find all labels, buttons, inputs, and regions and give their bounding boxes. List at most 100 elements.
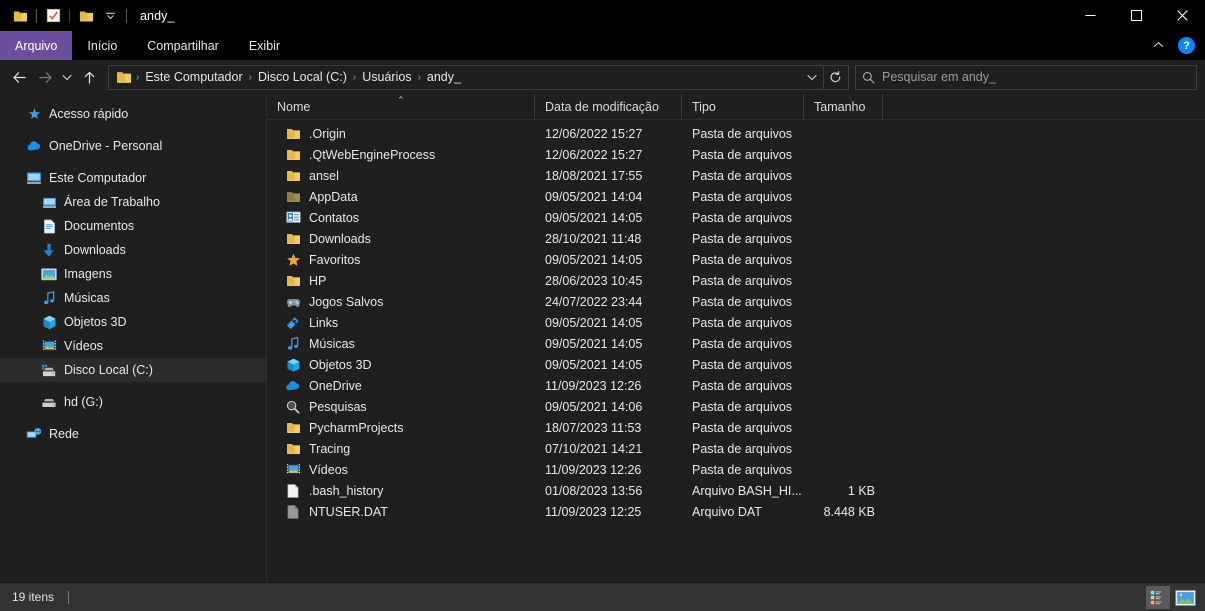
folder-icon[interactable]: [74, 5, 98, 27]
table-row[interactable]: Jogos Salvos 24/07/2022 23:44 Pasta de arq…: [267, 291, 1205, 312]
column-label: Tamanho: [814, 99, 866, 114]
column-header-empty[interactable]: [883, 94, 1205, 119]
close-button[interactable]: [1159, 0, 1205, 31]
back-button[interactable]: [6, 64, 32, 90]
cell-date: 07/10/2021 14:21: [545, 441, 643, 456]
cell-type: Pasta de arquivos: [692, 462, 793, 477]
sidebar-item-rede[interactable]: Rede: [0, 422, 266, 446]
sidebar-item-downloads[interactable]: Downloads: [0, 238, 266, 262]
table-row[interactable]: ansel 18/08/2021 17:55 Pasta de arquivos: [267, 165, 1205, 186]
cell-type: Pasta de arquivos: [692, 147, 793, 162]
table-row[interactable]: Downloads 28/10/2021 11:48 Pasta de arquiv…: [267, 228, 1205, 249]
cell-date: 18/08/2021 17:55: [545, 168, 643, 183]
folder-hidden-icon: [285, 189, 301, 205]
table-row[interactable]: Favoritos 09/05/2021 14:05 Pasta de arquiv…: [267, 249, 1205, 270]
tab-exibir[interactable]: Exibir: [234, 31, 295, 60]
file-name-label: ansel: [309, 168, 339, 183]
table-row[interactable]: .bash_history 01/08/2023 13:56 Arquivo BAS…: [267, 480, 1205, 501]
breadcrumb-item-andy[interactable]: andy_: [422, 70, 466, 84]
maximize-button[interactable]: [1113, 0, 1159, 31]
sidebar-item-videos[interactable]: Vídeos: [0, 334, 266, 358]
sidebar-item-acesso-rapido[interactable]: Acesso rápido: [0, 102, 266, 126]
column-headers: Nome ⌃ Data de modificação Tipo Tamanho: [267, 94, 1205, 120]
documents-icon: [41, 218, 57, 234]
sidebar-item-imagens[interactable]: Imagens: [0, 262, 266, 286]
refresh-icon[interactable]: [824, 66, 846, 89]
table-row[interactable]: Tracing 07/10/2021 14:21 Pasta de arquivos: [267, 438, 1205, 459]
breadcrumb-item-disco-local-c[interactable]: Disco Local (C:): [253, 70, 352, 84]
forward-button[interactable]: [32, 64, 58, 90]
breadcrumb-item-usuarios[interactable]: Usuários: [357, 70, 416, 84]
column-header-tamanho[interactable]: Tamanho: [804, 94, 883, 119]
sidebar-item-documentos[interactable]: Documentos: [0, 214, 266, 238]
cell-date: 12/06/2022 15:27: [545, 147, 643, 162]
table-row[interactable]: Links 09/05/2021 14:05 Pasta de arquivos: [267, 312, 1205, 333]
search-input[interactable]: Pesquisar em andy_: [882, 70, 996, 84]
desktop-icon: [41, 194, 57, 210]
cell-date: 11/09/2023 12:26: [545, 378, 642, 393]
column-header-tipo[interactable]: Tipo: [682, 94, 804, 119]
table-row[interactable]: Pesquisas 09/05/2021 14:06 Pasta de arquiv…: [267, 396, 1205, 417]
sidebar-item-disco-local-c[interactable]: Disco Local (C:): [0, 358, 266, 382]
table-row[interactable]: Vídeos 11/09/2023 12:26 Pasta de arquivos: [267, 459, 1205, 480]
cell-name: AppData: [267, 189, 535, 205]
table-row[interactable]: Músicas 09/05/2021 14:05 Pasta de arquivos: [267, 333, 1205, 354]
table-row[interactable]: Contatos 09/05/2021 14:05 Pasta de arquivo…: [267, 207, 1205, 228]
help-icon[interactable]: ?: [1178, 37, 1195, 54]
network-icon: [26, 426, 42, 442]
up-button[interactable]: [76, 64, 102, 90]
cell-name: Jogos Salvos: [267, 294, 535, 310]
cell-date: 18/07/2023 11:53: [545, 420, 642, 435]
table-row[interactable]: .Origin 12/06/2022 15:27 Pasta de arquivos: [267, 123, 1205, 144]
recent-locations-button[interactable]: [58, 64, 76, 90]
cell-type: Pasta de arquivos: [692, 189, 793, 204]
table-row[interactable]: Objetos 3D 09/05/2021 14:05 Pasta de arqui…: [267, 354, 1205, 375]
breadcrumb-item-este-computador[interactable]: Este Computador: [140, 70, 247, 84]
quick-access-toolbar: [0, 5, 131, 27]
cell-type: Pasta de arquivos: [692, 357, 793, 372]
search-box[interactable]: Pesquisar em andy_: [855, 64, 1197, 90]
sidebar-item-objetos-3d[interactable]: Objetos 3D: [0, 310, 266, 334]
tab-inicio[interactable]: Início: [72, 31, 132, 60]
table-row[interactable]: NTUSER.DAT 11/09/2023 12:25 Arquivo DAT 8.4…: [267, 501, 1205, 522]
minimize-button[interactable]: [1067, 0, 1113, 31]
table-row[interactable]: HP 28/06/2023 10:45 Pasta de arquivos: [267, 270, 1205, 291]
folder-icon[interactable]: [8, 5, 32, 27]
chevron-down-icon[interactable]: [98, 5, 122, 27]
cell-date: 11/09/2023 12:26: [545, 462, 642, 477]
breadcrumb-bar[interactable]: › Este Computador › Disco Local (C:) › U…: [108, 64, 849, 90]
sidebar-item-onedrive-personal[interactable]: OneDrive - Personal: [0, 134, 266, 158]
details-view-button[interactable]: [1146, 586, 1170, 609]
large-icons-view-button[interactable]: [1173, 586, 1197, 609]
column-header-nome[interactable]: Nome ⌃: [267, 94, 535, 119]
cell-name: Músicas: [267, 336, 535, 352]
expand-ribbon-icon[interactable]: [1147, 40, 1170, 52]
harddisk-icon: [41, 394, 57, 410]
table-row[interactable]: OneDrive 11/09/2023 12:26 Pasta de arquivo…: [267, 375, 1205, 396]
cell-date: 09/05/2021 14:06: [545, 399, 643, 414]
folder-icon: [285, 147, 301, 163]
sidebar-item-este-computador[interactable]: Este Computador: [0, 166, 266, 190]
window-controls: [1067, 0, 1205, 31]
cell-name: Favoritos: [267, 252, 535, 268]
column-header-data-de-modificacao[interactable]: Data de modificação: [535, 94, 682, 119]
sidebar-item-area-de-trabalho[interactable]: Área de Trabalho: [0, 190, 266, 214]
address-dropdown-icon[interactable]: [801, 66, 823, 89]
drive-icon: [41, 362, 57, 378]
ribbon-tabs: Arquivo Início Compartilhar Exibir ?: [0, 31, 1205, 60]
tab-compartilhar[interactable]: Compartilhar: [132, 31, 234, 60]
folder-icon: [285, 441, 301, 457]
folder-icon: [285, 231, 301, 247]
table-row[interactable]: .QtWebEngineProcess 12/06/2022 15:27 Pasta…: [267, 144, 1205, 165]
toolbar-divider: [69, 8, 70, 23]
checkbox-icon[interactable]: [41, 5, 65, 27]
sidebar-item-musicas[interactable]: Músicas: [0, 286, 266, 310]
cell-type: Pasta de arquivos: [692, 315, 793, 330]
sidebar-item-hd-g[interactable]: hd (G:): [0, 390, 266, 414]
table-row[interactable]: AppData 09/05/2021 14:04 Pasta de arquivos: [267, 186, 1205, 207]
file-name-label: .bash_history: [309, 483, 384, 498]
cell-name: .QtWebEngineProcess: [267, 147, 535, 163]
table-row[interactable]: PycharmProjects 18/07/2023 11:53 Pasta de …: [267, 417, 1205, 438]
tab-arquivo[interactable]: Arquivo: [0, 31, 73, 60]
